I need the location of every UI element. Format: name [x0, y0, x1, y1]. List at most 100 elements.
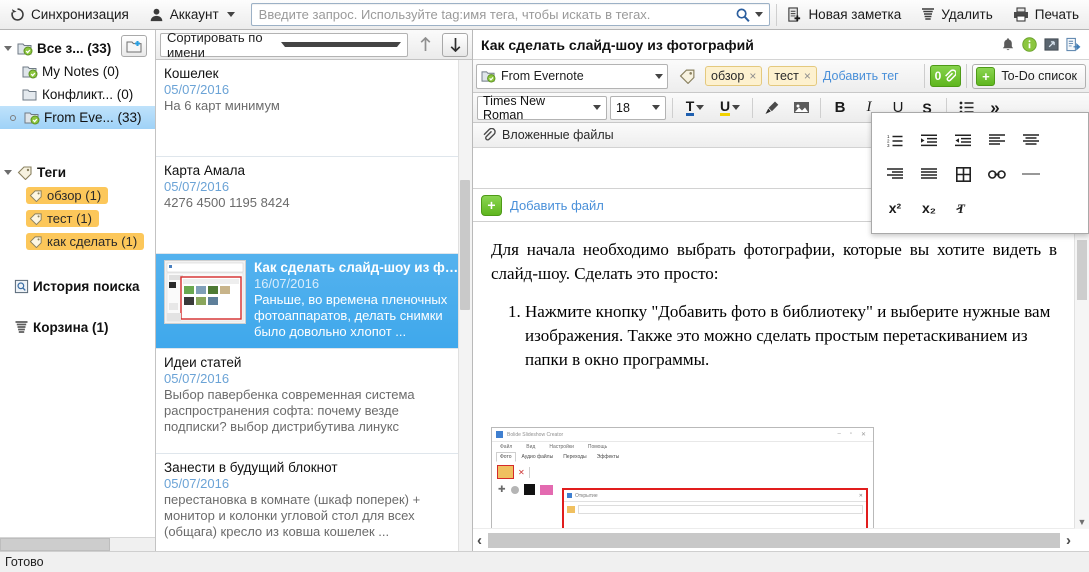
sidebar-item-trash[interactable]: Корзина (1) [0, 316, 155, 339]
chevron-down-icon[interactable] [4, 170, 12, 175]
note-list-item[interactable]: Занести в будущий блокнот 05/07/2016 пер… [156, 454, 472, 551]
align-justify-button[interactable] [912, 157, 946, 191]
chevron-down-icon[interactable] [281, 42, 401, 47]
attachment-count-badge[interactable]: 0 [929, 65, 962, 87]
todo-list-button[interactable]: + To-Do список [972, 63, 1086, 89]
horizontal-rule-button[interactable] [1014, 157, 1048, 191]
scroll-down-icon[interactable]: ▼ [1075, 514, 1089, 529]
print-button[interactable]: Печать [1003, 1, 1089, 29]
search-chevron-down-icon[interactable] [755, 12, 764, 17]
sidebar-tag-kak-sdelat[interactable]: как сделать (1) [0, 230, 155, 253]
font-family-dropdown[interactable]: Times New Roman [477, 94, 607, 122]
sidebar-tag-obzor[interactable]: обзор (1) [0, 184, 155, 207]
new-notebook-button[interactable] [121, 35, 147, 57]
numbered-list-button[interactable]: 123 [878, 123, 912, 157]
sidebar-item-conflicts[interactable]: Конфликт... (0) [0, 83, 155, 106]
scroll-left-icon[interactable]: ‹ [477, 532, 482, 549]
presentation-icon[interactable] [1044, 37, 1059, 52]
trash-icon [921, 7, 935, 23]
circle-icon [510, 485, 519, 494]
divider [528, 466, 868, 478]
note-list-item[interactable]: Карта Амала 05/07/2016 4276 4500 1195 84… [156, 157, 472, 254]
highlight-color-button[interactable]: U [714, 96, 746, 119]
sidebar-item-search-history[interactable]: История поиска [0, 275, 155, 298]
search-box[interactable] [250, 3, 771, 26]
decrease-indent-button[interactable] [946, 123, 980, 157]
align-left-button[interactable] [980, 123, 1014, 157]
scroll-right-icon[interactable]: › [1066, 532, 1071, 549]
font-size-dropdown[interactable]: 18 [610, 95, 666, 120]
editor-horizontal-scrollbar[interactable]: ‹ › [473, 528, 1075, 551]
clear-formatting-button[interactable] [759, 96, 785, 119]
remove-tag-icon[interactable]: × [749, 69, 756, 83]
sort-ascending-button[interactable] [412, 33, 438, 57]
note-list-item[interactable]: Идеи статей 05/07/2016 Выбор павербенка … [156, 349, 472, 454]
sidebar-tag-test[interactable]: тест (1) [0, 207, 155, 230]
chevron-down-icon[interactable] [652, 105, 660, 110]
insert-table-button[interactable] [946, 157, 980, 191]
tag-pill[interactable]: обзор (1) [26, 187, 109, 204]
search-icon[interactable] [735, 7, 769, 23]
sidebar-label: Все з... (33) [37, 41, 112, 56]
chevron-down-icon[interactable] [732, 105, 741, 110]
sort-label: Сортировать по имени [167, 29, 263, 60]
account-button[interactable]: Аккаунт [139, 1, 245, 29]
formatting-overflow-menu[interactable]: 123 x² x₂ T [871, 112, 1089, 234]
sync-button[interactable]: Синхронизация [0, 1, 139, 29]
remove-tag-icon[interactable]: × [804, 69, 811, 83]
arrow-down-icon [450, 38, 460, 52]
delete-button[interactable]: Удалить [911, 1, 1003, 29]
chevron-down-icon[interactable] [4, 46, 12, 51]
note-date: 05/07/2016 [164, 179, 230, 194]
sidebar-section-tags[interactable]: Теги [0, 161, 155, 184]
sidebar-item-my-notes[interactable]: My Notes (0) [0, 60, 155, 83]
note-list-scrollbar[interactable] [458, 60, 472, 551]
note-list-item-selected[interactable]: Как сделать слайд-шоу из фо... 16/07/201… [156, 254, 472, 349]
notebook-selector[interactable]: From Evernote [476, 63, 668, 89]
text-color-button[interactable]: T [679, 96, 711, 119]
toolbar-divider [820, 97, 821, 118]
paperclip-icon [943, 69, 958, 83]
note-list-scroll[interactable]: Кошелек 05/07/2016 На 6 карт минимум Кар… [156, 60, 472, 551]
note-content-area[interactable]: Для начала необходимо выбрать фотографии… [473, 222, 1089, 551]
sort-descending-button[interactable] [442, 32, 468, 57]
tag-chip[interactable]: тест × [768, 66, 817, 86]
bold-button[interactable]: B [827, 96, 853, 119]
scrollbar-thumb[interactable] [488, 532, 1060, 548]
sidebar-item-from-evernote[interactable]: From Eve... (33) [0, 106, 155, 129]
numbered-list-icon: 123 [887, 134, 903, 147]
superscript-button[interactable]: x² [878, 191, 912, 225]
chevron-down-icon[interactable] [696, 105, 705, 110]
note-list-item[interactable]: Кошелек 05/07/2016 На 6 карт минимум [156, 60, 472, 157]
chevron-down-icon[interactable] [593, 105, 601, 110]
reminder-bell-icon[interactable] [1001, 37, 1015, 52]
page-title[interactable]: Как сделать слайд-шоу из фотографий [481, 37, 1001, 53]
tag-pill[interactable]: тест (1) [26, 210, 99, 227]
note-snippet: Выбор павербенка современная система рас… [164, 387, 415, 434]
scrollbar-thumb[interactable] [460, 180, 470, 310]
insert-link-button[interactable] [980, 157, 1014, 191]
subscript-button[interactable]: x₂ [912, 191, 946, 225]
increase-indent-button[interactable] [912, 123, 946, 157]
align-center-button[interactable] [1014, 123, 1048, 157]
tag-label: обзор [711, 69, 745, 83]
scrollbar-thumb[interactable] [0, 538, 110, 551]
scrollbar-thumb[interactable] [1077, 240, 1087, 300]
chevron-down-icon[interactable] [655, 73, 663, 79]
sidebar-horizontal-scrollbar[interactable] [0, 537, 155, 551]
tag-chip[interactable]: обзор × [705, 66, 763, 86]
insert-image-button[interactable] [788, 96, 814, 119]
new-note-button[interactable]: Новая заметка [777, 1, 911, 29]
editor-vertical-scrollbar[interactable]: ▲ ▼ [1074, 222, 1089, 529]
tag-pill[interactable]: как сделать (1) [26, 233, 145, 250]
align-right-button[interactable] [878, 157, 912, 191]
format-painter-button[interactable]: T [946, 191, 980, 225]
info-icon[interactable] [1022, 37, 1037, 52]
sort-dropdown[interactable]: Сортировать по имени [160, 29, 408, 60]
note-date: 05/07/2016 [164, 476, 230, 491]
search-input[interactable] [251, 5, 736, 24]
share-icon[interactable] [1066, 37, 1081, 52]
add-tag-button[interactable]: Добавить тег [823, 69, 899, 83]
insert-image-icon [793, 102, 809, 113]
note-editor: Как сделать слайд-шоу из фотографий From… [473, 30, 1089, 551]
